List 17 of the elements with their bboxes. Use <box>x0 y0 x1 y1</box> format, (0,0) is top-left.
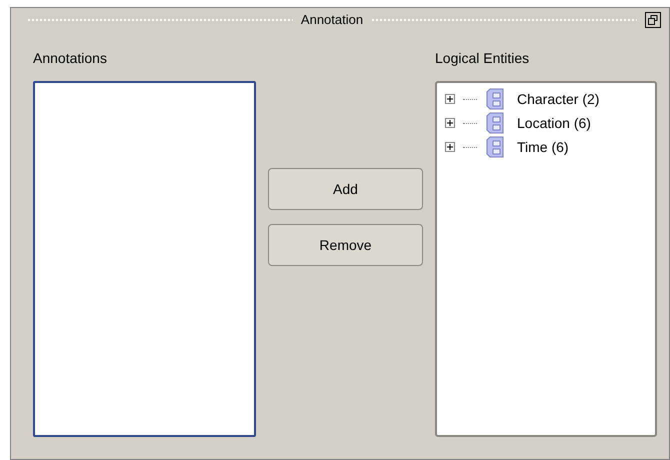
expand-icon[interactable] <box>445 94 455 104</box>
expand-icon[interactable] <box>445 118 455 128</box>
add-button[interactable]: Add <box>268 168 423 210</box>
drawer-icon <box>485 112 505 134</box>
tree-item[interactable]: Character (2) <box>517 88 600 110</box>
expand-icon[interactable] <box>445 142 455 152</box>
tree-item[interactable]: Location (6) <box>517 112 591 134</box>
restore-icon <box>648 15 658 25</box>
drawer-icon <box>485 136 505 158</box>
annotations-list[interactable] <box>33 81 256 437</box>
annotations-label: Annotations <box>33 49 108 68</box>
restore-button[interactable] <box>645 12 662 28</box>
logical-entities-label: Logical Entities <box>435 49 530 68</box>
remove-button[interactable]: Remove <box>268 224 423 266</box>
drawer-icon <box>485 88 505 110</box>
tree-item[interactable]: Time (6) <box>517 136 569 158</box>
window-title: Annotation <box>300 11 364 30</box>
